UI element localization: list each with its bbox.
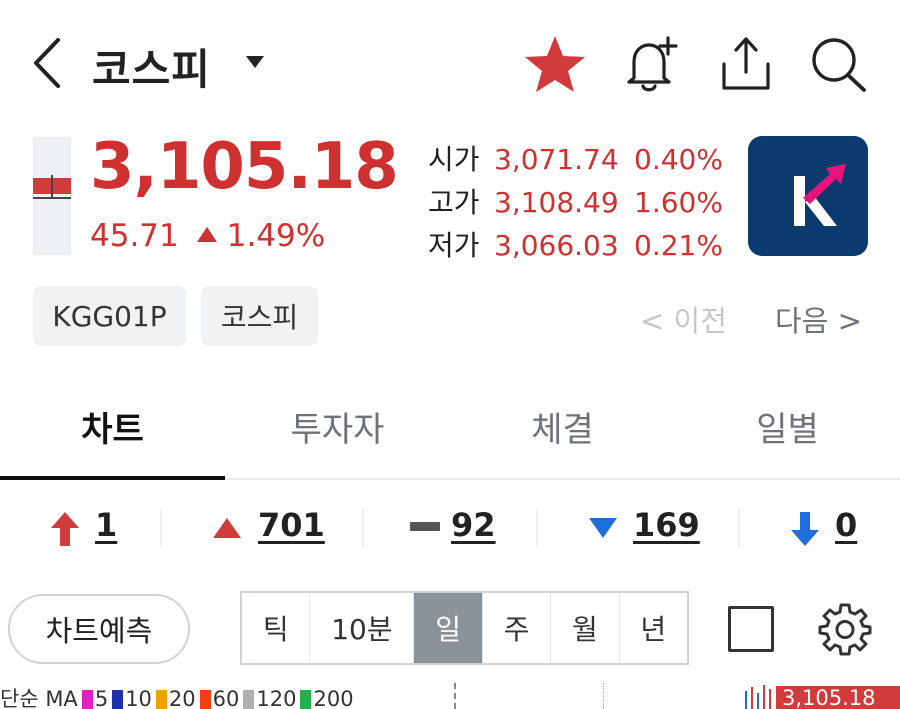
code-tag[interactable]: KGG01P xyxy=(33,286,186,346)
bell-plus-icon[interactable] xyxy=(620,34,682,94)
divider xyxy=(160,508,162,548)
search-icon[interactable] xyxy=(808,34,870,94)
prev-button[interactable]: < 이전 xyxy=(640,298,727,340)
change-amount: 45.71 xyxy=(90,218,179,254)
divider xyxy=(536,508,538,548)
tab-investor[interactable]: 투자자 xyxy=(225,402,450,451)
checkbox-square-icon[interactable] xyxy=(728,606,774,652)
divider xyxy=(362,508,364,548)
lower-limit-arrow-icon xyxy=(791,512,819,546)
period-month[interactable]: 월 xyxy=(551,593,620,663)
chart-gridline xyxy=(603,683,604,709)
price-change: 45.71 1.49% xyxy=(90,218,325,254)
tab-indicator xyxy=(0,476,225,480)
upper-limit-arrow-icon xyxy=(51,512,79,546)
range-line xyxy=(33,197,71,199)
tab-bar: 차트 투자자 체결 일별 xyxy=(0,380,900,480)
tab-daily[interactable]: 일별 xyxy=(675,402,900,451)
gear-icon[interactable] xyxy=(818,602,872,656)
stat-label: 고가 xyxy=(428,186,480,219)
unchanged-dash-icon xyxy=(410,522,440,531)
stat-low: 저가 3,066.03 0.21% xyxy=(428,224,723,267)
market-tag[interactable]: 코스피 xyxy=(201,286,318,346)
stat-value: 3,108.49 xyxy=(494,186,619,219)
ohlc-stats: 시가 3,071.74 0.40% 고가 3,108.49 1.60% 저가 3,066.… xyxy=(428,138,723,267)
unchanged-count[interactable]: 92 xyxy=(451,506,496,544)
back-icon[interactable] xyxy=(28,36,68,90)
ma5-label: 5 xyxy=(94,687,109,709)
ma60-swatch xyxy=(199,690,211,709)
lower-limit-count[interactable]: 0 xyxy=(835,506,857,544)
last-price-tag: 3,105.18 xyxy=(776,686,900,709)
ma10-label: 10 xyxy=(125,687,152,709)
stat-open: 시가 3,071.74 0.40% xyxy=(428,138,723,181)
advancing-count[interactable]: 701 xyxy=(258,506,325,544)
ma60-label: 60 xyxy=(212,687,240,709)
stat-label: 저가 xyxy=(428,229,480,262)
period-day[interactable]: 일 xyxy=(414,593,483,663)
app-header: 코스피 xyxy=(0,0,900,125)
caret-down-icon[interactable] xyxy=(244,54,266,70)
ma200-label: 200 xyxy=(313,687,354,709)
intraday-range-bar xyxy=(33,137,71,255)
divider xyxy=(738,508,740,548)
star-icon[interactable] xyxy=(522,34,588,94)
period-selector: 틱 10분 일 주 월 년 xyxy=(240,591,689,665)
period-10min[interactable]: 10분 xyxy=(310,593,415,663)
ma5-swatch xyxy=(81,690,93,709)
stat-percent: 0.21% xyxy=(634,229,723,262)
stat-percent: 0.40% xyxy=(634,143,723,176)
up-triangle-icon xyxy=(196,227,217,242)
chart-prediction-button[interactable]: 차트예측 xyxy=(8,594,190,664)
range-tick xyxy=(51,175,53,197)
next-button[interactable]: 다음 > xyxy=(775,298,862,340)
tab-chart[interactable]: 차트 xyxy=(0,402,225,451)
stat-label: 시가 xyxy=(428,143,480,176)
upper-limit-count[interactable]: 1 xyxy=(95,506,117,544)
ma200-swatch xyxy=(300,690,312,709)
stat-high: 고가 3,108.49 1.60% xyxy=(428,181,723,224)
page-title[interactable]: 코스피 xyxy=(92,36,211,97)
change-percent: 1.49% xyxy=(226,218,326,254)
ma10-swatch xyxy=(112,690,124,709)
exchange-logo xyxy=(748,136,868,256)
period-year[interactable]: 년 xyxy=(620,593,687,663)
ma20-label: 20 xyxy=(168,687,196,709)
share-icon[interactable] xyxy=(716,34,776,94)
stat-percent: 1.60% xyxy=(634,186,723,219)
market-breadth: 1 701 92 169 0 xyxy=(0,500,900,560)
period-tick[interactable]: 틱 xyxy=(242,593,311,663)
ma120-label: 120 xyxy=(256,687,297,709)
ma20-swatch xyxy=(155,690,167,709)
up-triangle-icon xyxy=(213,518,241,538)
declining-count[interactable]: 169 xyxy=(633,506,700,544)
ma-legend-label: 단순 MA xyxy=(0,687,78,709)
current-price: 3,105.18 xyxy=(90,130,399,204)
down-triangle-icon xyxy=(589,518,617,538)
logo-k-icon xyxy=(794,164,846,226)
stat-value: 3,066.03 xyxy=(494,229,619,262)
tab-trades[interactable]: 체결 xyxy=(450,402,675,451)
ma120-swatch xyxy=(243,690,255,709)
period-week[interactable]: 주 xyxy=(483,593,552,663)
chart-gridline xyxy=(454,683,456,709)
stat-value: 3,071.74 xyxy=(494,143,619,176)
